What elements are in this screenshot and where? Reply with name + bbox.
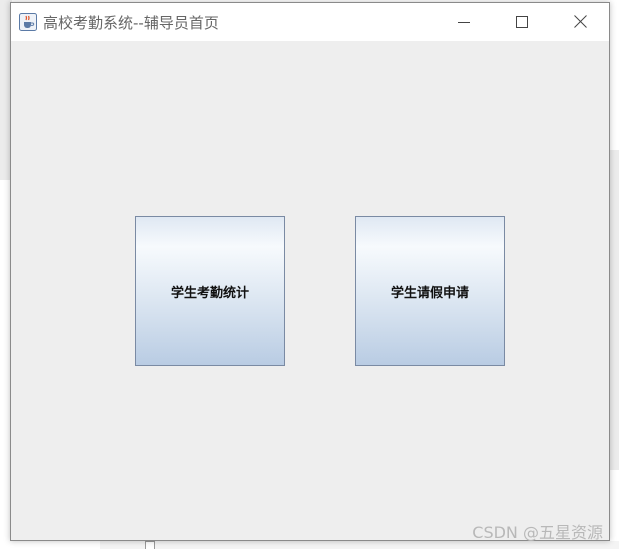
maximize-button[interactable] — [493, 3, 551, 41]
java-cup-icon — [19, 13, 37, 31]
maximize-icon — [516, 13, 528, 32]
watermark: CSDN @五星资源 — [472, 523, 603, 542]
close-button[interactable] — [551, 3, 609, 41]
student-leave-request-button[interactable]: 学生请假申请 — [355, 216, 505, 366]
button-label: 学生请假申请 — [390, 285, 469, 301]
window-controls — [435, 3, 609, 41]
student-attendance-stats-button[interactable]: 学生考勤统计 — [135, 216, 285, 366]
window-title: 高校考勤系统--辅导员首页 — [43, 13, 219, 32]
button-label: 学生考勤统计 — [170, 285, 249, 301]
close-icon — [573, 13, 587, 32]
minimize-button[interactable] — [435, 3, 493, 41]
app-window: 高校考勤系统--辅导员首页 学生考勤统计 学生请假申请 — [10, 2, 610, 541]
minimize-icon — [458, 13, 470, 32]
main-panel: 学生考勤统计 学生请假申请 — [11, 41, 609, 540]
title-bar[interactable]: 高校考勤系统--辅导员首页 — [11, 3, 609, 41]
background-scrollbar — [609, 150, 619, 470]
background-fragment — [145, 541, 155, 549]
